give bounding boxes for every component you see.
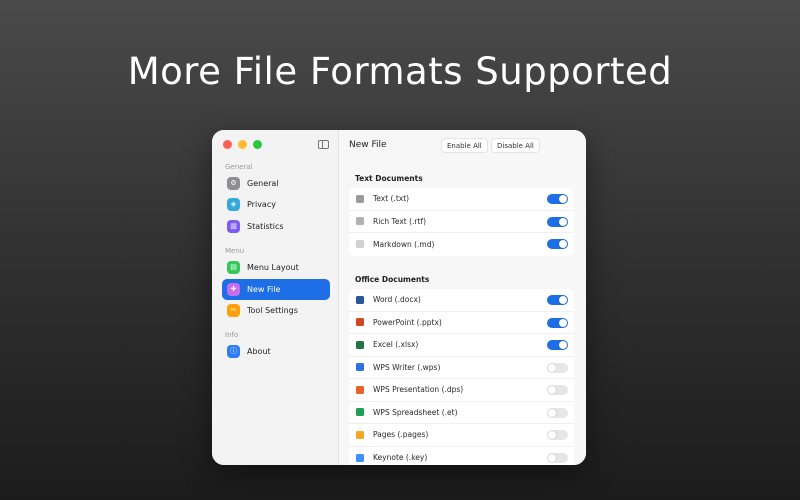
group-title-text-documents: Text Documents	[355, 174, 423, 183]
sidebar-item-label: Statistics	[247, 222, 284, 231]
list-item-label: WPS Spreadsheet (.et)	[373, 407, 458, 417]
sidebar-item-privacy[interactable]: ◈ Privacy	[222, 194, 330, 215]
keynote-icon	[356, 453, 364, 462]
list-item-label: Word (.docx)	[373, 295, 421, 305]
wps-spreadsheet-icon	[356, 408, 364, 417]
format-toggle[interactable]	[547, 216, 568, 227]
word-icon	[356, 295, 364, 304]
pages-icon	[356, 430, 364, 439]
headline: More File Formats Supported	[127, 50, 673, 93]
excel-icon	[356, 340, 364, 349]
info-icon: ⓘ	[227, 345, 240, 358]
list-item-label: Markdown (.md)	[373, 239, 435, 249]
minimize-button[interactable]	[238, 140, 247, 149]
format-toggle[interactable]	[547, 362, 568, 373]
toggle-knob	[559, 341, 567, 349]
list-item: WPS Presentation (.dps)	[349, 379, 574, 402]
window-controls	[223, 140, 262, 149]
format-toggle[interactable]	[547, 452, 568, 463]
wps-writer-icon	[356, 363, 364, 372]
sidebar-toggle-icon[interactable]	[318, 140, 329, 149]
list-item: Rich Text (.rtf)	[349, 211, 574, 233]
list-item-label: Keynote (.key)	[373, 453, 428, 463]
list-item-label: Text (.txt)	[373, 194, 410, 204]
group-office-documents: Word (.docx) PowerPoint (.pptx) Excel (.xl…	[349, 289, 574, 465]
close-button[interactable]	[223, 140, 232, 149]
toggle-knob	[548, 363, 556, 372]
sidebar-section-menu: Menu	[225, 247, 245, 255]
list-item-label: PowerPoint (.pptx)	[373, 317, 442, 327]
format-toggle[interactable]	[547, 194, 568, 204]
sidebar-item-general[interactable]: ⚙ General	[222, 173, 330, 194]
toggle-knob	[559, 296, 567, 304]
toggle-knob	[559, 240, 567, 248]
group-text-documents: Text (.txt) Rich Text (.rtf) Markdown (.md…	[349, 188, 574, 256]
sidebar-item-tool-settings[interactable]: ✂ Tool Settings	[222, 300, 330, 321]
rtf-file-icon	[356, 217, 364, 226]
toggle-knob	[559, 195, 567, 203]
sidebar-section-info: Info	[225, 331, 239, 339]
wps-presentation-icon	[356, 385, 364, 394]
sidebar-item-menu-layout[interactable]: ▤ Menu Layout	[222, 257, 330, 278]
toggle-knob	[548, 453, 556, 462]
sidebar-item-label: Tool Settings	[247, 306, 298, 315]
page-title: New File	[349, 140, 387, 150]
layout-icon: ▤	[227, 261, 240, 274]
list-item-label: Pages (.pages)	[373, 430, 429, 440]
powerpoint-icon	[356, 318, 364, 327]
list-item: WPS Writer (.wps)	[349, 357, 574, 379]
list-item-label: WPS Presentation (.dps)	[373, 385, 464, 395]
format-toggle[interactable]	[547, 340, 568, 350]
toggle-knob	[548, 408, 556, 417]
tools-icon: ✂	[227, 304, 240, 317]
enable-all-button[interactable]: Enable All	[441, 138, 488, 153]
format-toggle[interactable]	[547, 407, 568, 418]
markdown-file-icon	[356, 240, 364, 249]
sidebar-section-general: General	[225, 163, 253, 171]
new-file-icon: ✚	[227, 283, 240, 296]
sidebar-item-label: Menu Layout	[247, 263, 299, 272]
sidebar-item-label: About	[247, 347, 271, 356]
list-item: Excel (.xlsx)	[349, 334, 574, 357]
gear-icon: ⚙	[227, 177, 240, 190]
toggle-knob	[548, 386, 556, 394]
list-item: Word (.docx)	[349, 289, 574, 312]
chart-icon: ▥	[227, 220, 240, 233]
list-item-label: Excel (.xlsx)	[373, 340, 419, 350]
main-panel: New File Enable All Disable All Text Doc…	[339, 130, 586, 465]
sidebar-item-about[interactable]: ⓘ About	[222, 341, 330, 362]
format-toggle[interactable]	[547, 430, 568, 440]
toggle-knob	[559, 318, 567, 327]
format-toggle[interactable]	[547, 317, 568, 328]
sidebar: General ⚙ General ◈ Privacy ▥ Statistics…	[212, 130, 339, 465]
sidebar-item-label: Privacy	[247, 200, 276, 209]
sidebar-item-label: New File	[247, 285, 281, 294]
app-window: General ⚙ General ◈ Privacy ▥ Statistics…	[212, 130, 586, 465]
format-toggle[interactable]	[547, 295, 568, 305]
shield-icon: ◈	[227, 198, 240, 211]
list-item: PowerPoint (.pptx)	[349, 312, 574, 334]
sidebar-item-statistics[interactable]: ▥ Statistics	[222, 216, 330, 237]
list-item: WPS Spreadsheet (.et)	[349, 402, 574, 424]
sidebar-item-new-file[interactable]: ✚ New File	[222, 279, 330, 300]
sidebar-item-label: General	[247, 179, 279, 188]
format-toggle[interactable]	[547, 239, 568, 249]
list-item: Pages (.pages)	[349, 424, 574, 447]
toggle-knob	[559, 217, 567, 226]
zoom-button[interactable]	[253, 140, 262, 149]
format-toggle[interactable]	[547, 385, 568, 395]
toggle-knob	[548, 431, 556, 439]
group-title-office-documents: Office Documents	[355, 275, 430, 284]
text-file-icon	[356, 194, 364, 203]
disable-all-button[interactable]: Disable All	[491, 138, 540, 153]
list-item-label: Rich Text (.rtf)	[373, 216, 427, 226]
list-item: Text (.txt)	[349, 188, 574, 211]
list-item: Keynote (.key)	[349, 447, 574, 466]
list-item: Markdown (.md)	[349, 233, 574, 256]
list-item-label: WPS Writer (.wps)	[373, 362, 441, 372]
